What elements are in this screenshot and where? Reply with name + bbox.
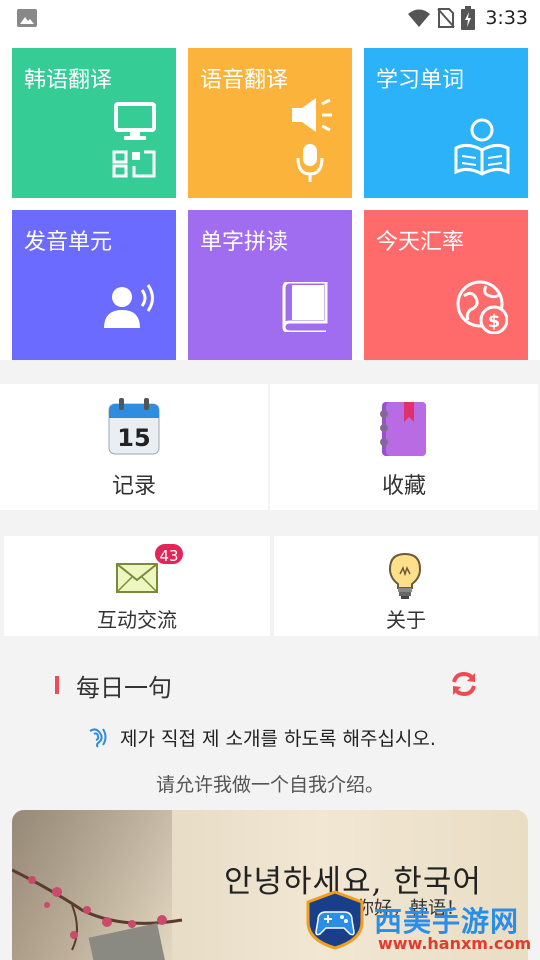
reader-book-icon xyxy=(454,118,510,176)
tile-label: 韩语翻译 xyxy=(24,68,113,93)
tile-label: 单字拼读 xyxy=(200,230,289,255)
tile-pronunciation[interactable]: 发音单元 xyxy=(12,210,176,360)
calendar-day: 15 xyxy=(117,424,150,452)
tile-label: 发音单元 xyxy=(24,230,113,255)
tile-exchange-rate[interactable]: 今天汇率 $ xyxy=(364,210,528,360)
tile-spelling[interactable]: 单字拼读 xyxy=(188,210,352,360)
refresh-icon[interactable] xyxy=(450,670,478,698)
section-marker xyxy=(55,676,59,694)
sound-icon[interactable] xyxy=(86,725,110,749)
chinese-translation: 请允许我做一个自我介绍。 xyxy=(155,774,384,796)
book-icon xyxy=(282,282,328,332)
record-label: 记录 xyxy=(111,474,156,499)
korean-sentence[interactable]: 제가 직접 제 소개를 하도록 해주십시오. xyxy=(86,724,486,750)
feature-grid: 韩语翻译 语音翻译 学习单词 发音单元 单字拼读 今天汇率 $ xyxy=(0,36,540,360)
envelope-icon xyxy=(116,563,158,593)
wifi-icon xyxy=(408,9,431,27)
globe-dollar-icon: $ xyxy=(456,280,508,334)
lightbulb-icon xyxy=(388,552,422,599)
monitor-qr-icon xyxy=(112,102,156,178)
tile-label: 今天汇率 xyxy=(376,230,465,255)
speaking-person-icon xyxy=(104,284,154,328)
watermark-url: www.hanxm.com xyxy=(378,934,532,953)
record-card[interactable]: 15 记录 xyxy=(0,384,268,510)
korean-text: 제가 직접 제 소개를 하도록 해주십시오. xyxy=(120,727,436,750)
image-icon xyxy=(17,9,37,27)
about-card[interactable]: 关于 xyxy=(274,536,538,636)
communication-label: 互动交流 xyxy=(97,608,177,632)
tile-korean-translate[interactable]: 韩语翻译 xyxy=(12,48,176,198)
unread-badge: 43 xyxy=(153,542,185,566)
clock: 3:33 xyxy=(485,7,528,29)
gamepad-shield-logo xyxy=(306,890,364,950)
favorite-label: 收藏 xyxy=(381,474,426,499)
tile-label: 语音翻译 xyxy=(200,68,289,93)
tile-label: 学习单词 xyxy=(376,68,465,93)
tile-learn-words[interactable]: 学习单词 xyxy=(364,48,528,198)
battery-charging-icon xyxy=(461,6,476,30)
blossom-branch-illustration xyxy=(12,868,183,960)
svg-text:$: $ xyxy=(488,311,501,332)
communication-card[interactable]: 互动交流 xyxy=(4,536,270,636)
speaker-mic-icon xyxy=(292,98,332,182)
no-sim-icon xyxy=(437,8,456,28)
status-bar: 3:33 xyxy=(0,0,540,36)
about-label: 关于 xyxy=(386,608,426,632)
calendar-icon: 15 xyxy=(108,398,160,455)
favorite-card[interactable]: 收藏 xyxy=(270,384,538,510)
tile-voice-translate[interactable]: 语音翻译 xyxy=(188,48,352,198)
daily-title: 每日一句 xyxy=(76,674,172,702)
notebook-icon xyxy=(380,402,426,456)
